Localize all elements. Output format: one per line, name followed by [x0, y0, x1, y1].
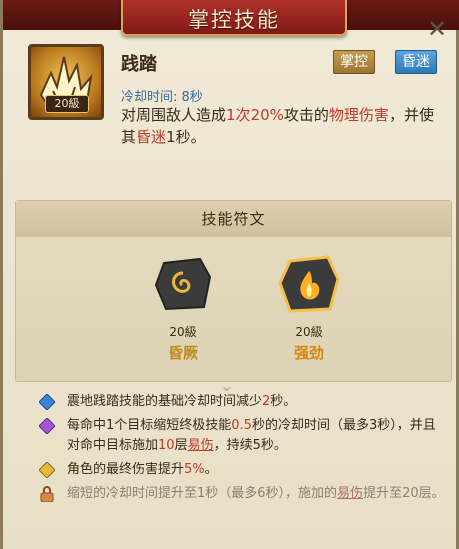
- rune-section: 技能符文 20級 昏厥 20級 强劲: [15, 200, 452, 382]
- close-icon[interactable]: ✕: [427, 15, 447, 43]
- rune-flame[interactable]: 20級 强劲: [274, 253, 344, 363]
- rune-name: 强劲: [293, 344, 324, 362]
- rune-level: 20級: [295, 325, 323, 339]
- effect-item: 缩短的冷却时间提升至1秒（最多6秒），施加的易伤提升至20层。: [35, 484, 445, 504]
- tag-stun[interactable]: 昏迷: [395, 50, 437, 74]
- page-title: 掌控技能: [188, 8, 280, 32]
- rune-level: 20級: [169, 325, 197, 339]
- swirl-icon[interactable]: [152, 253, 214, 315]
- lock-icon: [40, 486, 54, 502]
- rune-swirl[interactable]: 20級 昏厥: [148, 253, 218, 363]
- rune-section-title: 技能符文: [16, 201, 451, 237]
- effect-item: 每命中1个目标缩短终极技能0.5秒的冷却时间（最多3秒），并且对命中目标施加10…: [35, 416, 445, 456]
- title-banner: 掌控技能: [121, 0, 347, 36]
- close-button[interactable]: ✕: [426, 15, 448, 43]
- flame-icon[interactable]: [278, 253, 340, 315]
- skill-level: 20級: [45, 95, 89, 113]
- cooldown-text: 冷却时间: 8秒: [121, 90, 203, 105]
- gold-diamond-icon: [39, 462, 55, 478]
- rune-name: 昏厥: [167, 344, 198, 362]
- skill-name: 践踏: [121, 54, 157, 75]
- tag-control[interactable]: 掌控: [333, 50, 375, 74]
- effect-item: 角色的最终伤害提升5%。: [35, 460, 445, 480]
- skill-icon: 20級: [28, 44, 104, 120]
- purple-diamond-icon: [39, 418, 55, 434]
- skill-description: 对周围敌人造成1次20%攻击的物理伤害，并使其昏迷1秒。: [121, 106, 434, 146]
- rune-effects: 震地践踏技能的基础冷却时间减少2秒。 每命中1个目标缩短终极技能0.5秒的冷却时…: [35, 392, 445, 508]
- effect-item: 震地践踏技能的基础冷却时间减少2秒。: [35, 392, 445, 412]
- blue-diamond-icon: [39, 394, 55, 410]
- skill-panel: 掌控技能 ✕ 20級 践踏 掌控 昏迷 冷却时间: 8秒 对周围敌人造成1次20…: [0, 0, 459, 549]
